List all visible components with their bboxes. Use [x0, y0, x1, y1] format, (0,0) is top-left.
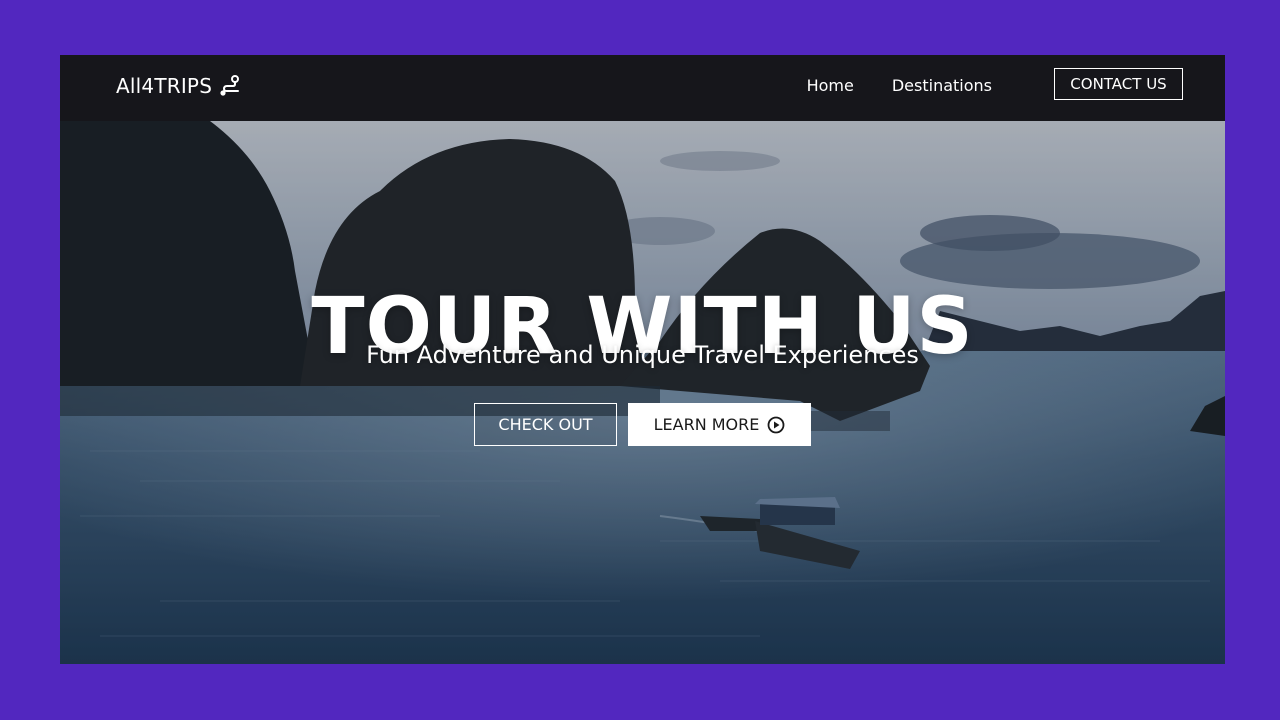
nav-link-destinations[interactable]: Destinations	[892, 76, 992, 95]
hero-overlay	[60, 121, 1225, 664]
hero-section: TOUR WITH US Fun Adventure and Unique Tr…	[60, 121, 1225, 664]
brand-logo[interactable]: All4TRIPS	[116, 74, 242, 98]
play-circle-icon	[767, 416, 785, 434]
nav-link-home[interactable]: Home	[807, 76, 854, 95]
learn-more-label: LEARN MORE	[653, 415, 760, 434]
navbar: All4TRIPS Home Destinations CONTACT US	[60, 55, 1225, 121]
learn-more-button[interactable]: LEARN MORE	[628, 403, 811, 446]
route-icon	[218, 74, 242, 98]
check-out-button[interactable]: CHECK OUT	[474, 403, 617, 446]
brand-name: All4TRIPS	[116, 74, 213, 98]
hero-subtitle: Fun Adventure and Unique Travel Experien…	[366, 341, 919, 369]
browser-viewport: All4TRIPS Home Destinations CONTACT US T…	[60, 55, 1225, 664]
contact-us-button[interactable]: CONTACT US	[1054, 68, 1183, 100]
hero-cta-group: CHECK OUT LEARN MORE	[60, 403, 1225, 446]
main-nav: Home Destinations	[807, 76, 992, 95]
